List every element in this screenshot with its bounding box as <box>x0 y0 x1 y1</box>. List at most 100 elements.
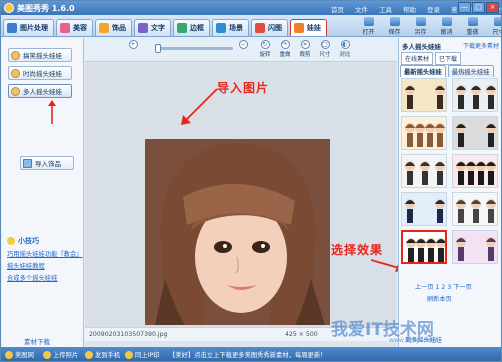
tab-doll[interactable]: 娃娃 <box>290 19 327 36</box>
portrait-image <box>145 139 330 325</box>
bottom-item-upload[interactable]: 上传照片 <box>43 350 78 359</box>
scene-icon <box>216 23 226 33</box>
size-button[interactable]: 尺寸 <box>487 16 501 36</box>
zoom-slider-knob[interactable] <box>155 44 161 53</box>
doll-thumbnail[interactable] <box>452 230 498 264</box>
fashion-doll-button[interactable]: 时尚摇头娃娃 <box>8 66 72 80</box>
redo-canvas-button[interactable]: ↷ 重做 <box>277 40 293 60</box>
home-icon <box>5 350 13 359</box>
menu-help[interactable]: 帮助 <box>403 4 416 14</box>
tab-frame[interactable]: 边框 <box>173 19 210 36</box>
heart-icon <box>99 23 109 33</box>
print-icon <box>125 350 133 359</box>
zoom-out-button[interactable]: − <box>235 40 251 60</box>
doll-figures-icon <box>453 193 497 225</box>
undo-icon <box>441 17 452 26</box>
close-button[interactable]: × <box>486 2 499 13</box>
import-accessory-button[interactable]: 导入饰品 <box>20 156 74 170</box>
pager[interactable]: 上一页 1 2 3 下一页 <box>415 282 472 291</box>
doll-figures-icon <box>402 193 446 225</box>
refresh-link[interactable]: 刷新本页 <box>427 294 452 303</box>
crop-button[interactable]: ⌗ 裁剪 <box>297 40 313 60</box>
import-image-annotation: 导入图片 <box>217 81 270 95</box>
doll-thumbnail[interactable] <box>401 230 447 264</box>
save-as-button[interactable]: 另存 <box>409 16 432 36</box>
file-toolbar: 打开 保存 另存 撤消 重做 尺寸 <box>357 16 501 36</box>
downloaded-option[interactable]: 已下载 <box>435 52 462 65</box>
tip-link-3[interactable]: 合成多个摇头娃娃 <box>7 273 83 282</box>
doll-thumbnail[interactable] <box>401 192 447 226</box>
doll-thumbnail[interactable] <box>452 154 498 188</box>
tab-image-edit[interactable]: 图片处理 <box>3 19 54 36</box>
text-icon <box>138 23 148 33</box>
canvas-area: + − ↻ 旋转 ↷ 重做 ⌗ 裁剪 □ 尺寸 ◐ 对比 导入图片 选择效果 2… <box>85 38 397 347</box>
download-more-link[interactable]: 下载更多素材 <box>463 41 499 50</box>
doll-thumbnail[interactable] <box>452 78 498 112</box>
doll-figures-icon <box>402 79 446 111</box>
bottom-item-phone[interactable]: 发到手机 <box>85 350 120 359</box>
save-button[interactable]: 保存 <box>383 16 406 36</box>
menu-login[interactable]: 登录 <box>427 4 440 14</box>
zoom-slider[interactable] <box>155 44 233 53</box>
rotate-button[interactable]: ↻ 旋转 <box>257 40 273 60</box>
tab-hottest[interactable]: 最热摇头娃娃 <box>447 65 494 77</box>
compare-button[interactable]: ◐ 对比 <box>337 40 353 60</box>
tab-flash[interactable]: 闪图 <box>251 19 288 36</box>
doll-figures-icon <box>453 155 497 187</box>
redo-icon: ↷ <box>280 40 290 49</box>
doll-thumbnail[interactable] <box>452 192 498 226</box>
doll-thumbnail[interactable] <box>452 116 498 150</box>
maximize-button[interactable]: □ <box>472 2 485 13</box>
open-button[interactable]: 打开 <box>357 16 380 36</box>
doll-thumbnail[interactable] <box>401 154 447 188</box>
rotate-icon: ↻ <box>260 40 270 49</box>
doll-figures-icon <box>453 231 497 263</box>
doll-thumbnail[interactable] <box>401 116 447 150</box>
material-download-link[interactable]: 素材下载 <box>24 336 50 346</box>
doll-icon <box>294 23 304 33</box>
bottom-item-meitu[interactable]: 美图网 <box>5 350 34 359</box>
tab-accessories[interactable]: 饰品 <box>95 19 132 36</box>
image-stage[interactable]: 导入图片 选择效果 <box>85 63 397 327</box>
arrow-up-icon <box>48 100 56 124</box>
source-options: 在线素材 已下载 <box>401 52 462 65</box>
tip-link-1[interactable]: 巧用摇头娃娃功能『教会』 <box>7 249 83 258</box>
doll-thumbnail[interactable] <box>401 78 447 112</box>
menu-home[interactable]: 首页 <box>331 4 344 14</box>
file-name: 20090203103507390.jpg <box>89 331 168 338</box>
funny-doll-button[interactable]: 搞笑摇头娃娃 <box>8 48 72 62</box>
menu-tools[interactable]: 工具 <box>379 4 392 14</box>
minimize-button[interactable]: — <box>458 2 471 13</box>
tab-text[interactable]: 文字 <box>134 19 171 36</box>
tip-link-2[interactable]: 摇头娃娃教程 <box>7 261 83 270</box>
folder-icon <box>363 17 374 26</box>
doll-face-icon <box>11 68 20 78</box>
undo-button[interactable]: 撤消 <box>435 16 458 36</box>
flash-icon <box>255 23 265 33</box>
tips-title: 小技巧 <box>18 237 39 245</box>
right-panel-title: 多人摇头娃娃 <box>402 43 441 51</box>
tab-scene[interactable]: 场景 <box>212 19 249 36</box>
bottom-item-print[interactable]: 同上IP印 <box>125 350 160 359</box>
tab-beauty[interactable]: 美容 <box>56 19 93 36</box>
resize-canvas-button[interactable]: □ 尺寸 <box>317 40 333 60</box>
photo[interactable] <box>145 139 330 325</box>
canvas-toolbar: + − ↻ 旋转 ↷ 重做 ⌗ 裁剪 □ 尺寸 ◐ 对比 <box>85 38 397 62</box>
online-material-option[interactable]: 在线素材 <box>401 52 434 65</box>
save-icon <box>389 17 400 26</box>
zoom-in-icon: + <box>128 40 138 49</box>
beauty-icon <box>60 23 70 33</box>
tab-newest[interactable]: 最新摇头娃娃 <box>400 65 446 77</box>
tips-section: 小技巧 巧用摇头娃娃功能『教会』 摇头娃娃教程 合成多个摇头娃娃 <box>7 236 83 282</box>
watermark-url: www.52itjs.com <box>389 337 437 344</box>
right-panel: 多人摇头娃娃 下载更多素材 在线素材 已下载 最新摇头娃娃 最热摇头娃娃 上一页… <box>398 38 501 347</box>
redo-button[interactable]: 重做 <box>461 16 484 36</box>
resize-icon <box>493 17 501 26</box>
arrow-down-left-icon <box>181 88 218 125</box>
doll-figures-icon <box>403 232 445 262</box>
frame-icon <box>177 23 187 33</box>
zoom-in-button[interactable]: + <box>125 40 141 60</box>
menu-file[interactable]: 文件 <box>355 4 368 14</box>
news-ticker[interactable]: 【美好】点击立上下载更多美图秀秀新素材，每周更新！ <box>169 350 326 359</box>
multi-doll-button[interactable]: 多人摇头娃娃 <box>8 84 72 98</box>
